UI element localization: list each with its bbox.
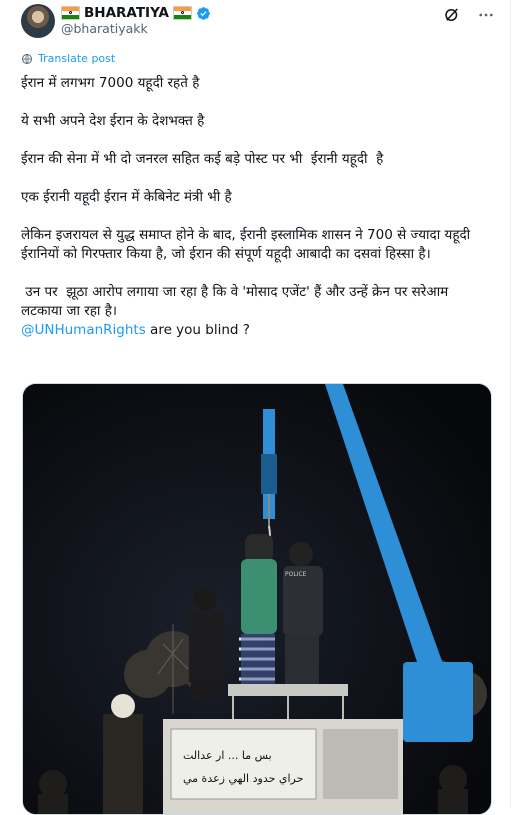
verified-icon bbox=[197, 6, 210, 20]
post-paragraph: एक ईरानी यहूदी ईरान में केबिनेट मंत्री भ… bbox=[21, 189, 232, 205]
india-flag-icon bbox=[61, 6, 80, 20]
tweet: BHARATIYA @bharatiyakk Translate post ईर… bbox=[0, 0, 515, 815]
translate-post-link[interactable]: Translate post bbox=[21, 52, 115, 65]
india-flag-icon bbox=[173, 6, 192, 20]
grok-icon[interactable] bbox=[443, 6, 461, 24]
post-paragraph: लेकिन इजरायल से युद्ध समाप्त होने के बाद… bbox=[21, 227, 475, 262]
avatar[interactable] bbox=[21, 4, 55, 38]
post-paragraph: उन पर झूठा आरोप लगाया जा रहा है कि वे 'म… bbox=[21, 284, 453, 319]
mention-line: @UNHumanRights are you blind ? bbox=[21, 321, 491, 340]
top-actions bbox=[443, 6, 495, 24]
mention-link[interactable]: @UNHumanRights bbox=[21, 322, 146, 338]
post-text: ईरान में लगभग 7000 यहूदी रहते है ये सभी … bbox=[21, 74, 491, 340]
post-paragraph: ईरान में लगभग 7000 यहूदी रहते है bbox=[21, 75, 200, 91]
post-media[interactable]: POLICE بس ما ... ار عدالت حراي حدود الهي… bbox=[22, 383, 492, 815]
banner-text-line2: حراي حدود الهي زعدة مي bbox=[183, 772, 303, 785]
banner-text-line1: بس ما ... ار عدالت bbox=[183, 749, 272, 762]
media-image: POLICE بس ما ... ار عدالت حراي حدود الهي… bbox=[23, 384, 491, 814]
more-icon[interactable] bbox=[477, 6, 495, 24]
author-name[interactable]: BHARATIYA bbox=[84, 5, 169, 21]
divider bbox=[510, 0, 511, 808]
post-paragraph: ये सभी अपने देश ईरान के देशभक्त है bbox=[21, 113, 205, 129]
mention-suffix: are you blind ? bbox=[145, 322, 250, 338]
officer-vest-text: POLICE bbox=[285, 571, 307, 578]
post-paragraph: ईरान की सेना में भी दो जनरल सहित कई बड़े… bbox=[21, 151, 384, 167]
translate-label[interactable]: Translate post bbox=[38, 52, 115, 65]
author-handle[interactable]: @bharatiyakk bbox=[61, 21, 148, 36]
translate-icon bbox=[22, 53, 32, 64]
author-name-row: BHARATIYA bbox=[61, 4, 211, 22]
